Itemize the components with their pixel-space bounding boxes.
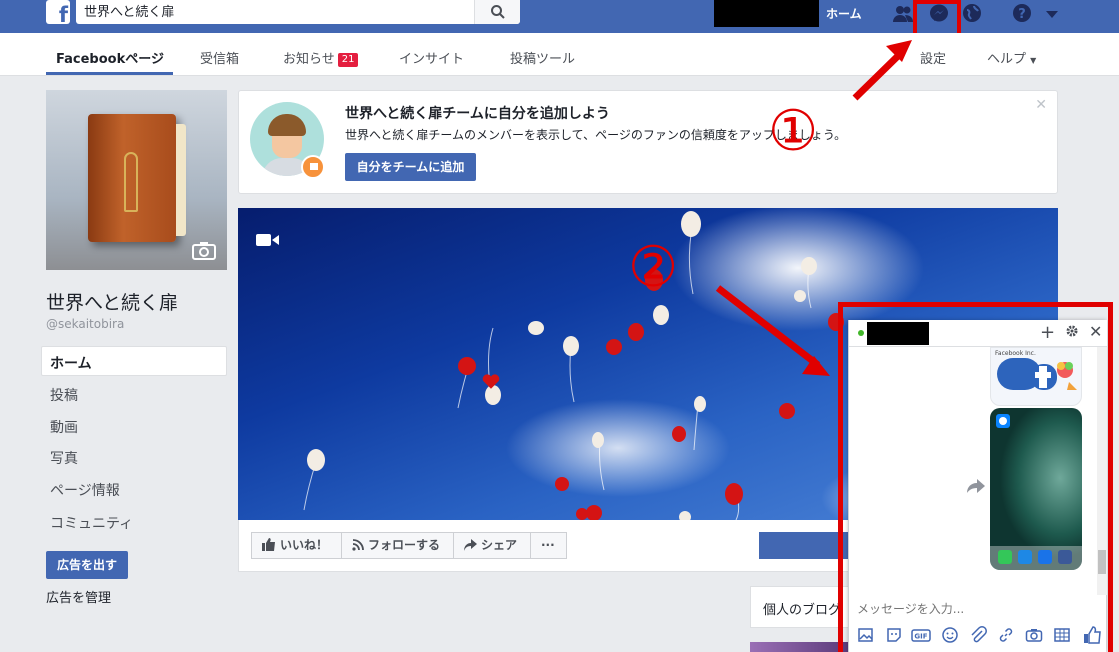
- flag-icon: [301, 155, 325, 179]
- rss-icon: [352, 539, 364, 551]
- app-name-label: Facebook Inc.: [995, 350, 1036, 357]
- sidebar-item-posts[interactable]: 投稿: [50, 385, 78, 405]
- redacted-profile-name: [714, 0, 819, 27]
- annotation-number-two: ②: [628, 235, 679, 300]
- chat-toolbar: GIF: [849, 624, 1107, 650]
- phone-home-screen: [990, 414, 1082, 570]
- tab-help[interactable]: ヘルプ ▼: [987, 48, 1036, 67]
- page-tab-bar: Facebookページ 受信箱 お知らせ 21 インサイト 投稿ツール 設定 ヘル…: [0, 33, 1119, 76]
- search-icon: [491, 5, 505, 19]
- add-to-team-card: 世界へと続く扉チームに自分を追加しよう 世界へと続く扉チームのメンバーを表示して…: [238, 90, 1058, 194]
- follow-button[interactable]: フォローする: [341, 532, 454, 559]
- primary-action-button[interactable]: [759, 532, 859, 559]
- gear-icon[interactable]: [1065, 324, 1079, 342]
- attachment-icon[interactable]: [969, 626, 987, 648]
- thumbnail-strip: [750, 642, 850, 652]
- chevron-down-icon: ▼: [1030, 56, 1037, 65]
- sticker-icon[interactable]: [885, 626, 903, 648]
- add-me-to-team-button[interactable]: 自分をチームに追加: [345, 153, 476, 181]
- thumbs-up-icon[interactable]: [1083, 626, 1101, 648]
- home-link[interactable]: ホーム: [826, 5, 862, 22]
- team-card-title: 世界へと続く扉チームに自分を追加しよう: [345, 106, 610, 122]
- chat-header[interactable]: + ✕: [849, 320, 1107, 347]
- page-username[interactable]: @sekaitobira: [46, 317, 124, 331]
- active-tab-indicator: [46, 72, 173, 75]
- sidebar-item-home[interactable]: ホーム: [41, 346, 227, 376]
- photo-icon[interactable]: [857, 626, 875, 648]
- shared-image-app-screenshot[interactable]: Facebook Inc.: [990, 347, 1082, 406]
- camera-icon[interactable]: [1025, 626, 1043, 648]
- chat-messages: Facebook Inc.: [849, 347, 1107, 595]
- search-box: [76, 0, 520, 24]
- shared-image-phone-screenshot[interactable]: [990, 408, 1082, 570]
- tab-inbox[interactable]: 受信箱: [200, 48, 239, 67]
- sidebar-item-page-info[interactable]: ページ情報: [50, 480, 120, 500]
- like-page-button[interactable]: いいね！: [251, 532, 342, 559]
- svg-text:?: ?: [1018, 7, 1026, 22]
- sidebar-item-community[interactable]: コミュニティ: [50, 513, 133, 533]
- like-label: いいね！: [280, 538, 329, 552]
- more-options-button[interactable]: ···: [530, 532, 567, 559]
- page-profile-picture[interactable]: [46, 90, 227, 270]
- tab-insights[interactable]: インサイト: [399, 48, 464, 67]
- tab-settings[interactable]: 設定: [920, 48, 946, 67]
- sidebar-item-photos[interactable]: 写真: [50, 448, 78, 468]
- share-arrow-icon: [464, 539, 477, 551]
- facebook-logo-icon[interactable]: f: [46, 0, 70, 24]
- share-label: シェア: [481, 538, 518, 552]
- tab-publishing-tools[interactable]: 投稿ツール: [510, 48, 575, 67]
- gif-icon[interactable]: GIF: [911, 626, 931, 648]
- table-icon[interactable]: [1053, 626, 1071, 648]
- chat-scrollbar-thumb[interactable]: [1098, 550, 1106, 574]
- annotation-number-one: ①: [768, 99, 819, 164]
- forward-arrow-icon[interactable]: [967, 479, 985, 497]
- add-icon[interactable]: +: [1040, 322, 1055, 343]
- follow-label: フォローする: [368, 538, 441, 552]
- message-input[interactable]: [857, 602, 1057, 616]
- online-status-dot: [858, 330, 864, 336]
- personal-blog-label: 個人のブログ: [763, 603, 842, 618]
- help-icon[interactable]: ?: [1010, 2, 1034, 30]
- create-ad-button[interactable]: 広告を出す: [46, 551, 128, 579]
- camera-icon[interactable]: [192, 240, 216, 264]
- tab-help-label: ヘルプ: [987, 52, 1027, 67]
- sidebar-item-label: ホーム: [50, 356, 92, 372]
- tab-notifications-label: お知らせ: [283, 52, 335, 67]
- search-input[interactable]: [84, 3, 474, 18]
- sidebar-item-videos[interactable]: 動画: [50, 417, 78, 437]
- svg-text:GIF: GIF: [914, 633, 927, 641]
- close-icon[interactable]: ✕: [1035, 97, 1047, 113]
- tab-notifications[interactable]: お知らせ 21: [283, 48, 359, 67]
- personal-blog-card[interactable]: 個人のブログ: [750, 586, 850, 628]
- friend-requests-icon[interactable]: [891, 2, 915, 30]
- page-title[interactable]: 世界へと続く扉: [46, 288, 178, 315]
- search-button[interactable]: [474, 0, 520, 24]
- thumbs-up-icon: [262, 538, 275, 551]
- account-menu-caret-icon[interactable]: [1046, 8, 1058, 23]
- emoji-icon[interactable]: [941, 626, 959, 648]
- redacted-contact-name: [867, 322, 929, 345]
- book-pages: [176, 124, 186, 236]
- messenger-chat-window: + ✕ Facebook Inc. メッセージを入力... GIF: [848, 320, 1107, 652]
- key-ornament: [124, 152, 138, 212]
- share-button[interactable]: シェア: [453, 532, 531, 559]
- notification-count-badge: 21: [337, 53, 359, 67]
- close-icon[interactable]: ✕: [1089, 322, 1102, 341]
- notifications-globe-icon[interactable]: [960, 2, 984, 30]
- manage-ads-link[interactable]: 広告を管理: [46, 587, 111, 606]
- link-icon[interactable]: [997, 626, 1015, 648]
- tab-facebook-page[interactable]: Facebookページ: [56, 48, 164, 67]
